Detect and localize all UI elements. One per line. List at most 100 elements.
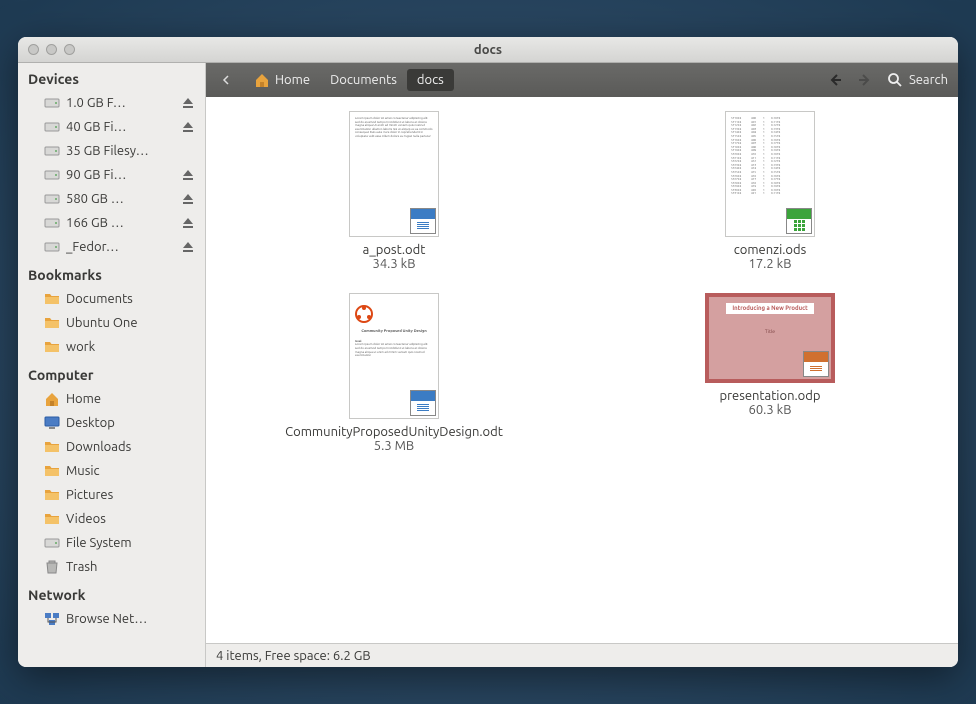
nav-forward-icon[interactable] [857, 72, 873, 88]
home-icon [44, 391, 60, 407]
file-name: a_post.odt [359, 243, 430, 257]
sidebar-item[interactable]: 1.0 GB F… [18, 91, 205, 115]
pres-title: Introducing a New Product [726, 303, 813, 314]
search-button[interactable]: Search [887, 72, 948, 88]
sidebar-item[interactable]: 90 GB Fi… [18, 163, 205, 187]
drive-icon [44, 191, 60, 207]
sidebar-header: Computer [18, 359, 205, 387]
folder-icon [44, 439, 60, 455]
main-area: Home Documents docs Search Lorem i [206, 63, 958, 667]
sidebar-item[interactable]: Ubuntu One [18, 311, 205, 335]
toolbar: Home Documents docs Search [206, 63, 958, 97]
file-item[interactable]: Lorem ipsum dolor sit amet consectetur a… [206, 105, 582, 277]
sidebar-item-label: Videos [66, 512, 195, 526]
sidebar: Devices 1.0 GB F… 40 GB Fi… 35 GB Filesy… 90… [18, 63, 206, 667]
drive-icon [44, 143, 60, 159]
sidebar-item-label: 90 GB Fi… [66, 168, 175, 182]
file-size: 5.3 MB [374, 439, 414, 453]
sidebar-item-label: 166 GB … [66, 216, 175, 230]
sidebar-item-label: Desktop [66, 416, 195, 430]
sidebar-item[interactable]: 580 GB … [18, 187, 205, 211]
sidebar-item[interactable]: _Fedor… [18, 235, 205, 259]
toolbar-right: Search [827, 72, 948, 88]
eject-icon[interactable] [181, 216, 195, 230]
titlebar[interactable]: docs [18, 37, 958, 63]
home-icon [254, 72, 270, 88]
sidebar-item-label: work [66, 340, 195, 354]
nav-back-icon[interactable] [827, 72, 843, 88]
sidebar-item-label: 35 GB Filesy… [66, 144, 195, 158]
statusbar: 4 items, Free space: 6.2 GB [206, 643, 958, 667]
trash-icon [44, 559, 60, 575]
drive-icon [44, 95, 60, 111]
sidebar-item[interactable]: Downloads [18, 435, 205, 459]
sidebar-item-label: Trash [66, 560, 195, 574]
sidebar-item[interactable]: Home [18, 387, 205, 411]
sidebar-item-label: File System [66, 536, 195, 550]
drive-icon [44, 535, 60, 551]
file-item[interactable]: Introducing a New Product Title presentati… [582, 287, 958, 459]
sidebar-item-label: _Fedor… [66, 240, 175, 254]
sidebar-item[interactable]: 166 GB … [18, 211, 205, 235]
drive-icon [44, 119, 60, 135]
back-button[interactable] [216, 70, 236, 90]
sidebar-item[interactable]: work [18, 335, 205, 359]
sidebar-item[interactable]: 35 GB Filesy… [18, 139, 205, 163]
sidebar-item[interactable]: File System [18, 531, 205, 555]
file-item[interactable]: 57102440010.107457112440110.117457122440… [582, 105, 958, 277]
breadcrumb-home[interactable]: Home [244, 68, 320, 92]
folder-icon [44, 511, 60, 527]
folder-icon [44, 463, 60, 479]
sidebar-item[interactable]: 40 GB Fi… [18, 115, 205, 139]
folder-icon [44, 291, 60, 307]
pres-sub: Title [765, 328, 775, 334]
desktop-icon [44, 415, 60, 431]
sidebar-item-label: 1.0 GB F… [66, 96, 175, 110]
file-name: presentation.odp [716, 389, 825, 403]
file-size: 17.2 kB [749, 257, 792, 271]
filetype-badge-writer-icon [410, 208, 436, 234]
sidebar-item-label: Downloads [66, 440, 195, 454]
sidebar-item-label: Pictures [66, 488, 195, 502]
file-item[interactable]: Community Proposed Unity DesignGoalLorem… [206, 287, 582, 459]
file-name: CommunityProposedUnityDesign.odt [281, 425, 507, 439]
sidebar-item-label: Documents [66, 292, 195, 306]
breadcrumb-current[interactable]: docs [407, 69, 454, 91]
eject-icon[interactable] [181, 192, 195, 206]
sidebar-item[interactable]: Trash [18, 555, 205, 579]
breadcrumb-label: docs [417, 73, 444, 87]
sidebar-item[interactable]: Browse Net… [18, 607, 205, 631]
sidebar-item[interactable]: Desktop [18, 411, 205, 435]
search-icon [887, 72, 903, 88]
sidebar-item-label: Home [66, 392, 195, 406]
sidebar-item[interactable]: Documents [18, 287, 205, 311]
eject-icon[interactable] [181, 120, 195, 134]
folder-icon [44, 339, 60, 355]
sidebar-item-label: 40 GB Fi… [66, 120, 175, 134]
drive-icon [44, 239, 60, 255]
file-thumbnail: 57102440010.107457112440110.117457122440… [725, 111, 815, 237]
network-icon [44, 611, 60, 627]
sidebar-item[interactable]: Music [18, 459, 205, 483]
eject-icon[interactable] [181, 96, 195, 110]
eject-icon[interactable] [181, 240, 195, 254]
sidebar-header: Devices [18, 63, 205, 91]
file-thumbnail: Community Proposed Unity DesignGoalLorem… [349, 293, 439, 419]
sidebar-item-label: Ubuntu One [66, 316, 195, 330]
sidebar-header: Bookmarks [18, 259, 205, 287]
sidebar-item[interactable]: Pictures [18, 483, 205, 507]
filetype-badge-writer-icon [410, 390, 436, 416]
filetype-badge-calc-icon [786, 208, 812, 234]
window-body: Devices 1.0 GB F… 40 GB Fi… 35 GB Filesy… 90… [18, 63, 958, 667]
sidebar-header: Network [18, 579, 205, 607]
folder-icon [44, 487, 60, 503]
breadcrumb-documents[interactable]: Documents [320, 69, 407, 91]
eject-icon[interactable] [181, 168, 195, 182]
file-size: 34.3 kB [373, 257, 416, 271]
sidebar-item[interactable]: Videos [18, 507, 205, 531]
drive-icon [44, 215, 60, 231]
file-grid[interactable]: Lorem ipsum dolor sit amet consectetur a… [206, 97, 958, 643]
file-thumbnail: Lorem ipsum dolor sit amet consectetur a… [349, 111, 439, 237]
folder-icon [44, 315, 60, 331]
file-thumbnail: Introducing a New Product Title [705, 293, 835, 383]
